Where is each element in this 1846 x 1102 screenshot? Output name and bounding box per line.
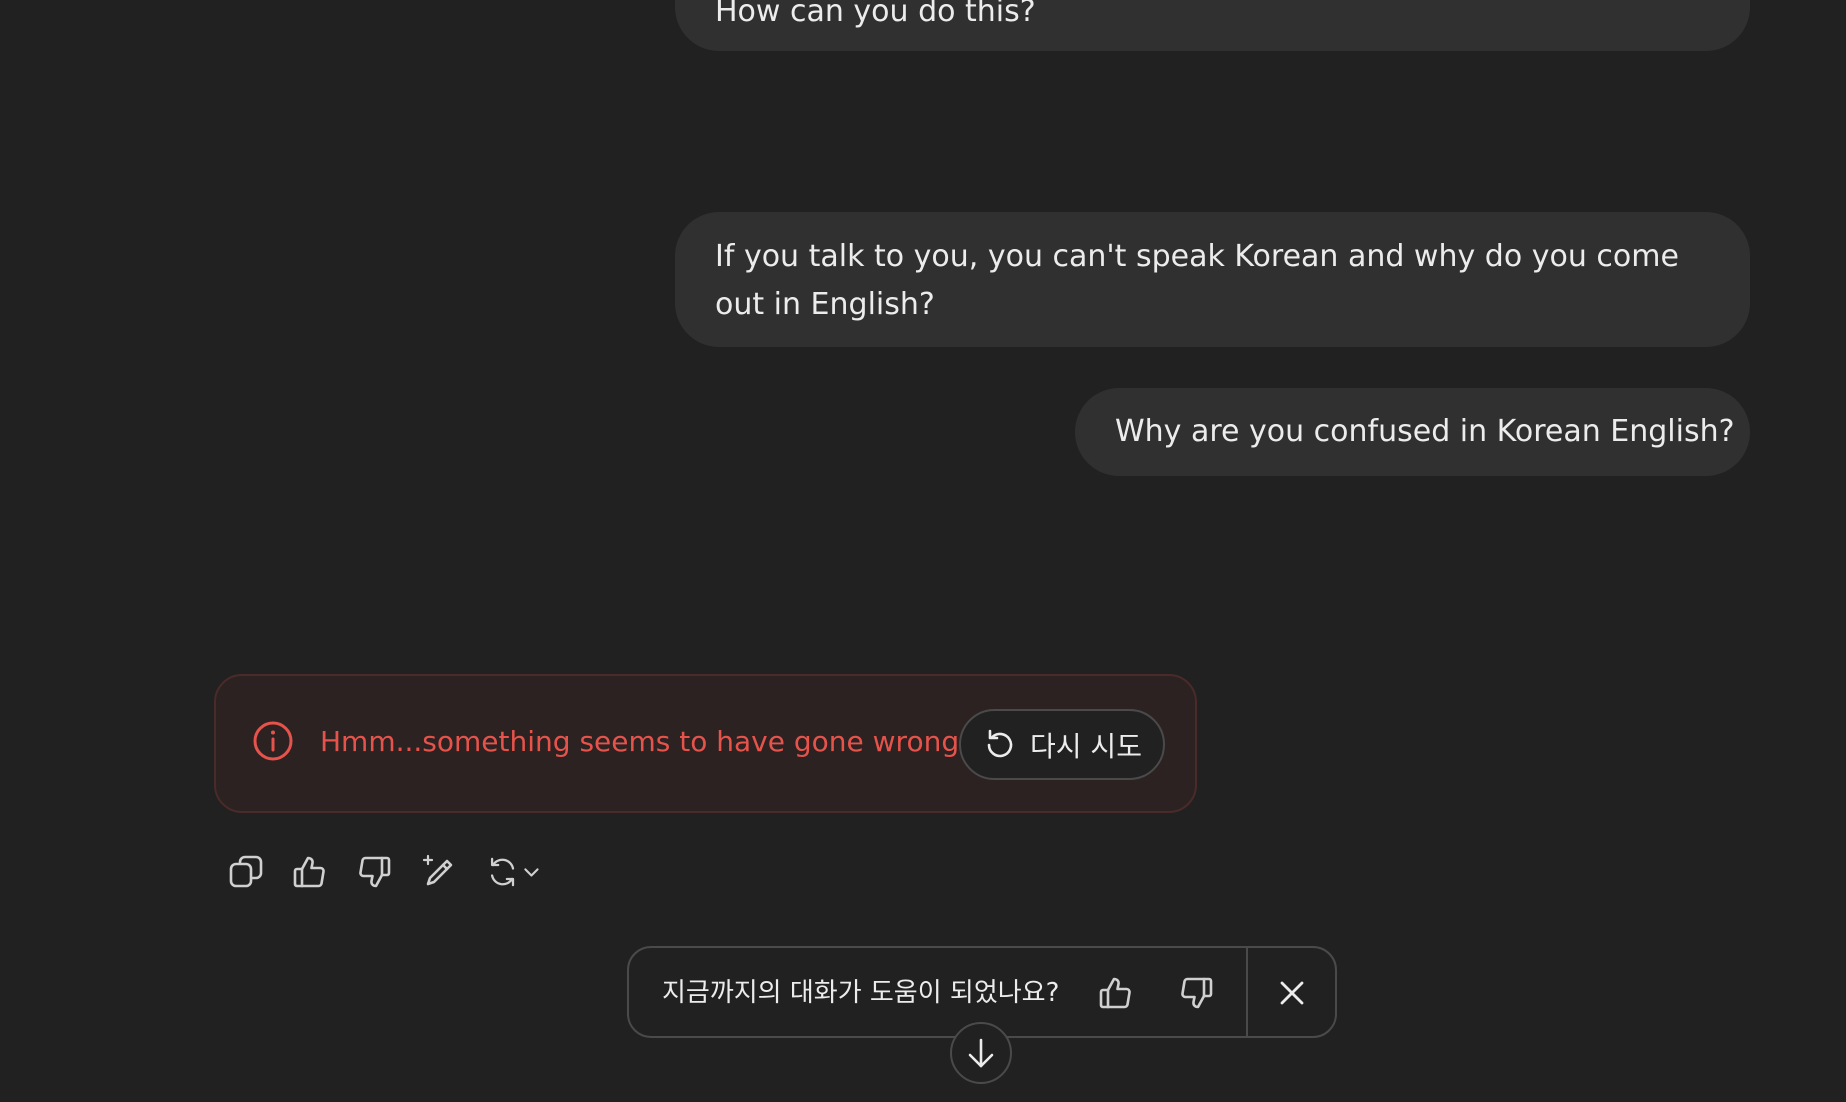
close-icon [1280,981,1304,1005]
info-icon [253,721,293,761]
thumbs-up-icon [1099,977,1131,1009]
retry-button[interactable]: 다시 시도 [959,709,1165,780]
feedback-thumbs-up-button[interactable] [1091,968,1141,1018]
message-actions [214,848,542,896]
chevron-down-icon [524,868,539,877]
message-text: How can you do this? [715,0,1036,29]
regenerate-icon [490,857,515,887]
arrow-down-icon [968,1038,994,1068]
thumbs-down-icon [359,856,391,888]
divider [1246,948,1248,1036]
thumbs-up-button[interactable] [278,848,342,896]
message-text: Why are you confused in Korean English? [1115,414,1735,449]
thumbs-up-icon [293,856,325,888]
edit-sparkle-icon [422,854,453,886]
error-message: Hmm...something seems to have gone wrong… [320,725,968,758]
thumbs-down-button[interactable] [342,848,406,896]
retry-label: 다시 시도 [1030,729,1142,763]
close-feedback-button[interactable] [1267,968,1317,1018]
feedback-question: 지금까지의 대화가 도움이 되었나요? [662,978,1060,1008]
thumbs-down-icon [1181,977,1213,1009]
scroll-to-bottom-button[interactable] [950,1022,1012,1084]
user-message: Why are you confused in Korean English? [1075,388,1750,476]
user-message: How can you do this? [675,0,1750,51]
regenerate-button[interactable] [470,848,542,896]
message-text: If you talk to you, you can't speak Kore… [715,239,1679,322]
copy-button[interactable] [214,848,278,896]
feedback-thumbs-down-button[interactable] [1171,968,1221,1018]
user-message: If you talk to you, you can't speak Kore… [675,212,1750,347]
edit-button[interactable] [406,848,470,896]
copy-icon [229,855,263,888]
error-banner: Hmm...something seems to have gone wrong… [214,674,1197,813]
retry-icon [987,729,1013,757]
chat-area: How can you do this? If you talk to you,… [0,0,1846,1102]
